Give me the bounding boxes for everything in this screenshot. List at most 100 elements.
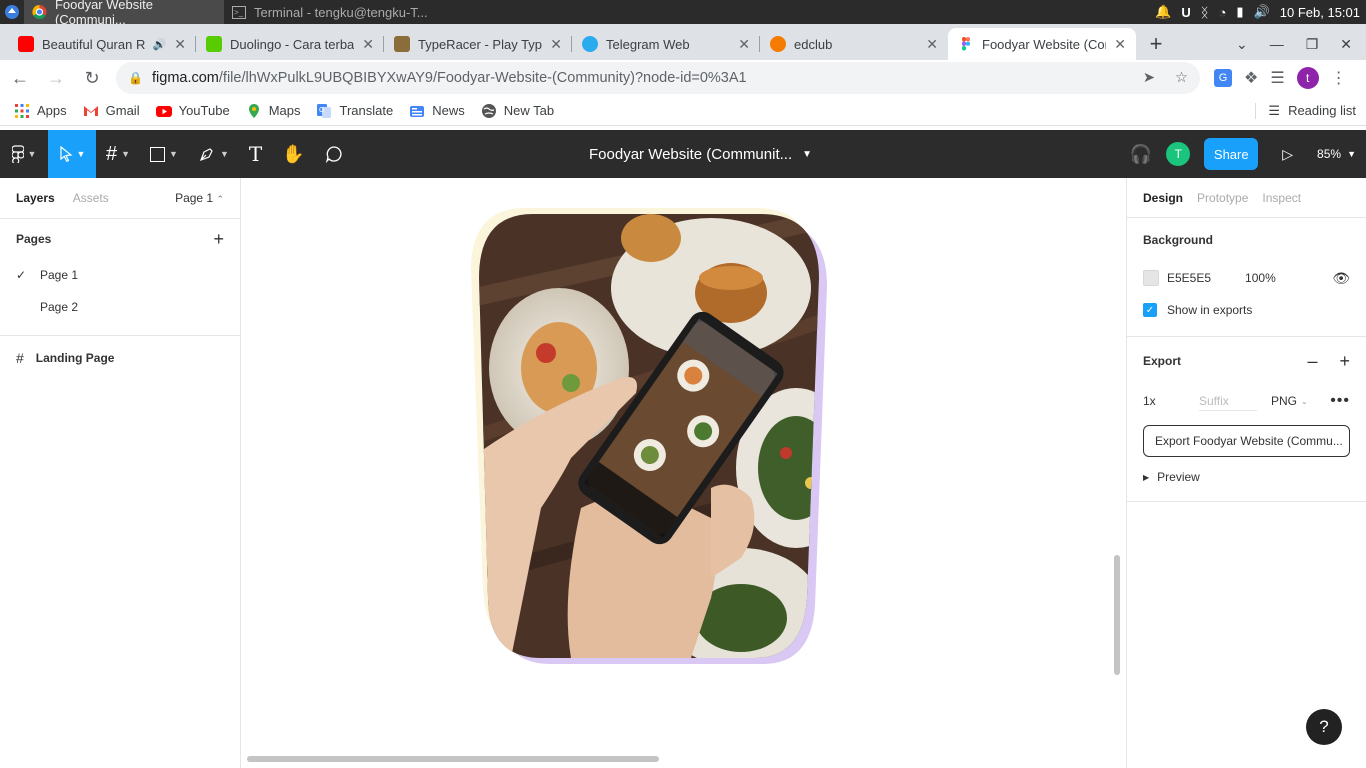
- magnet-icon[interactable]: U: [1181, 5, 1190, 20]
- send-to-device-icon[interactable]: ➤: [1143, 70, 1155, 86]
- zoom-dropdown[interactable]: 85% ▼: [1317, 147, 1356, 161]
- wifi-icon[interactable]: ◔: [1219, 5, 1227, 20]
- bookmark-youtube[interactable]: YouTube: [148, 103, 238, 119]
- comment-tool[interactable]: [315, 130, 353, 178]
- bookmark-apps[interactable]: Apps: [6, 103, 75, 119]
- figma-main-menu[interactable]: ▼: [0, 130, 48, 178]
- notification-bell-icon[interactable]: 🔔: [1155, 4, 1171, 20]
- address-bar[interactable]: 🔒 figma.com/file/lhWxPulkL9UBQBIBYXwAY9/…: [116, 62, 1200, 94]
- battery-icon[interactable]: ▮: [1236, 4, 1243, 20]
- remove-export-icon[interactable]: –: [1307, 351, 1317, 372]
- help-button[interactable]: ?: [1306, 709, 1342, 745]
- audio-playing-icon[interactable]: 🔊: [153, 38, 167, 51]
- taskbar-terminal-window[interactable]: >_ Terminal - tengku@tengku-T...: [224, 0, 436, 24]
- show-in-exports-row[interactable]: ✓ Show in exports: [1143, 294, 1350, 326]
- taskbar-chrome-window[interactable]: Foodyar Website (Communi...: [24, 0, 224, 27]
- hand-tool[interactable]: ✋: [272, 130, 314, 178]
- share-button[interactable]: Share: [1204, 138, 1259, 170]
- taskbar-terminal-title: Terminal - tengku@tengku-T...: [254, 4, 428, 20]
- horizontal-scrollbar[interactable]: [247, 756, 659, 762]
- minimize-icon[interactable]: —: [1270, 36, 1284, 52]
- bluetooth-icon[interactable]: ᛝ: [1201, 5, 1209, 20]
- design-canvas[interactable]: [241, 178, 1126, 768]
- bookmark-news[interactable]: News: [401, 103, 473, 119]
- close-tab-icon[interactable]: ✕: [738, 36, 750, 53]
- close-window-icon[interactable]: ✕: [1340, 36, 1352, 53]
- browser-tab-active[interactable]: Foodyar Website (Com ✕: [948, 28, 1136, 60]
- checkbox-checked-icon[interactable]: ✓: [1143, 303, 1157, 317]
- forward-arrow-icon[interactable]: →: [40, 62, 72, 94]
- lock-icon[interactable]: 🔒: [128, 71, 143, 85]
- tab-design[interactable]: Design: [1143, 191, 1183, 205]
- file-title-button[interactable]: Foodyar Website (Communit... ▼: [589, 130, 812, 178]
- media-control-icon[interactable]: ☰: [1270, 68, 1284, 88]
- close-tab-icon[interactable]: ✕: [174, 36, 186, 53]
- reading-list-button[interactable]: ☰ Reading list: [1255, 102, 1366, 119]
- bookmark-new-tab[interactable]: New Tab: [473, 103, 562, 119]
- present-play-icon[interactable]: ▷: [1282, 146, 1293, 163]
- globe-icon: [481, 103, 496, 118]
- tab-search-chevron-icon[interactable]: ⌄: [1236, 36, 1248, 53]
- close-tab-icon[interactable]: ✕: [550, 36, 562, 53]
- text-tool[interactable]: T: [239, 130, 272, 178]
- telegram-icon: [582, 36, 598, 52]
- bookmark-star-icon[interactable]: ☆: [1175, 70, 1188, 86]
- bookmark-maps[interactable]: Maps: [238, 103, 309, 119]
- frame-tool[interactable]: # ▼: [96, 130, 140, 178]
- headphones-icon[interactable]: 🎧: [1130, 144, 1152, 165]
- tab-inspect[interactable]: Inspect: [1262, 191, 1301, 205]
- bookmark-gmail[interactable]: Gmail: [75, 103, 148, 119]
- profile-avatar[interactable]: t: [1296, 67, 1319, 89]
- volume-icon[interactable]: 🔊: [1254, 4, 1270, 20]
- browser-tab[interactable]: Beautiful Quran Re 🔊 ✕: [8, 28, 196, 60]
- google-translate-icon[interactable]: G: [1214, 69, 1232, 87]
- frame-hash-icon: #: [106, 142, 118, 165]
- shape-tool[interactable]: ▼: [140, 130, 188, 178]
- browser-tab[interactable]: TypeRacer - Play Typing ✕: [384, 28, 572, 60]
- browser-tab[interactable]: Telegram Web ✕: [572, 28, 760, 60]
- browser-tab[interactable]: Duolingo - Cara terbaik ✕: [196, 28, 384, 60]
- restore-icon[interactable]: ❐: [1306, 36, 1319, 53]
- page-item[interactable]: ✓ Page 1: [0, 259, 240, 291]
- bookmark-label: Maps: [268, 103, 301, 118]
- export-scale-select[interactable]: 1x: [1143, 394, 1199, 408]
- tab-layers[interactable]: Layers: [16, 191, 55, 205]
- clock-datetime[interactable]: 10 Feb, 15:01: [1280, 5, 1360, 20]
- preview-toggle[interactable]: ▶ Preview: [1143, 457, 1350, 497]
- tab-prototype[interactable]: Prototype: [1197, 191, 1248, 205]
- close-tab-icon[interactable]: ✕: [926, 36, 938, 53]
- url-host: figma.com: [152, 70, 219, 86]
- page-item[interactable]: Page 2: [0, 291, 240, 323]
- add-page-icon[interactable]: +: [213, 229, 224, 250]
- layer-item[interactable]: # Landing Page: [0, 340, 240, 376]
- vertical-scrollbar[interactable]: [1114, 555, 1120, 675]
- bookmark-translate[interactable]: G Translate: [308, 103, 401, 119]
- close-tab-icon[interactable]: ✕: [362, 36, 374, 53]
- new-tab-button[interactable]: +: [1136, 28, 1176, 60]
- more-options-icon[interactable]: •••: [1330, 392, 1350, 410]
- current-page-dropdown[interactable]: Page 1 ⌃: [175, 191, 224, 205]
- tab-assets[interactable]: Assets: [73, 191, 109, 205]
- food-photo-frame[interactable]: [241, 178, 1126, 768]
- extensions-area: G ❖ ☰ t ⋮: [1214, 67, 1347, 89]
- export-button[interactable]: Export Foodyar Website (Commu...: [1143, 425, 1350, 457]
- extensions-puzzle-icon[interactable]: ❖: [1244, 68, 1258, 88]
- pen-tool[interactable]: ▼: [188, 130, 239, 178]
- export-format-select[interactable]: PNG ⌄: [1271, 394, 1308, 408]
- bg-hex-input[interactable]: E5E5E5: [1167, 271, 1211, 285]
- close-tab-icon[interactable]: ✕: [1114, 36, 1126, 53]
- svg-text:G: G: [319, 107, 324, 114]
- bg-opacity-input[interactable]: 100%: [1245, 271, 1276, 285]
- os-menu-icon[interactable]: [0, 0, 24, 24]
- back-arrow-icon[interactable]: ←: [4, 62, 36, 94]
- chrome-menu-icon[interactable]: ⋮: [1331, 68, 1347, 88]
- pages-heading: Pages: [16, 232, 52, 246]
- export-suffix-input[interactable]: Suffix: [1199, 391, 1257, 411]
- move-tool[interactable]: ▼: [48, 130, 96, 178]
- reload-icon[interactable]: ↻: [76, 62, 108, 94]
- user-avatar[interactable]: T: [1166, 142, 1191, 166]
- eye-visibility-icon[interactable]: 👁: [1332, 270, 1350, 287]
- add-export-icon[interactable]: +: [1339, 351, 1350, 372]
- color-swatch[interactable]: [1143, 270, 1159, 286]
- browser-tab[interactable]: edclub ✕: [760, 28, 948, 60]
